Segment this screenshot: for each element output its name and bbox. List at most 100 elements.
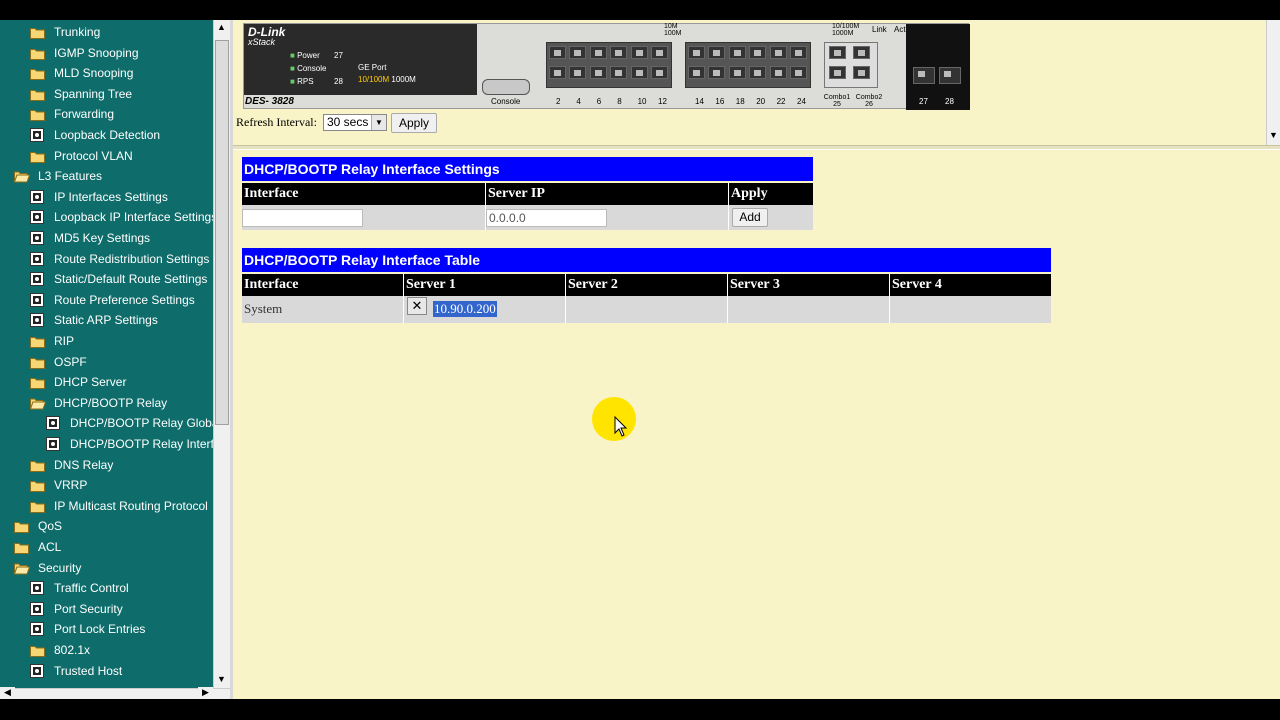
folder-open-icon [29, 396, 47, 410]
folder-icon [30, 25, 45, 39]
nav-item-label: IP Multicast Routing Protocol [54, 498, 208, 513]
ethernet-port[interactable] [549, 66, 566, 79]
nav-item-label: Trusted Host [54, 663, 123, 678]
nav-item-label: Static/Default Route Settings [54, 272, 208, 287]
ethernet-port[interactable] [610, 46, 628, 59]
relay-cell-server3 [728, 296, 890, 323]
sfp-number-27: 27 [919, 97, 928, 106]
folder-icon [30, 149, 45, 163]
delete-x-icon[interactable]: ✕ [407, 297, 427, 315]
sfp-port-27[interactable] [913, 67, 935, 84]
console-port-label: Console [491, 97, 521, 106]
nav-item-label: Trunking [54, 25, 101, 39]
ethernet-port[interactable] [589, 66, 607, 79]
nav-item-label: Protocol VLAN [54, 148, 133, 163]
settings-cell-server-ip: 0.0.0.0 [486, 205, 729, 230]
folder-icon [30, 499, 45, 513]
nav-item-label: Route Preference Settings [54, 292, 195, 307]
combo-port[interactable] [829, 46, 846, 59]
ethernet-port[interactable] [769, 66, 787, 79]
folder-icon [30, 375, 45, 390]
combo-port[interactable] [853, 66, 870, 79]
nav-item-label: Forwarding [54, 107, 115, 122]
ethernet-port[interactable] [610, 66, 628, 79]
folder-icon [30, 643, 45, 657]
port-number: 18 [735, 97, 745, 106]
add-button[interactable]: Add [732, 208, 768, 227]
ethernet-port[interactable] [630, 46, 648, 59]
settings-header-server-ip: Server IP [486, 183, 729, 205]
page-icon [30, 272, 45, 287]
nav-item-label: Loopback Detection [54, 128, 161, 142]
ethernet-port[interactable] [790, 46, 807, 59]
relay-header-server-2: Server 2 [566, 274, 728, 296]
combo-port-label: Combo1 25 [823, 94, 851, 108]
ethernet-port[interactable] [549, 46, 566, 59]
scroll-down-arrow-icon[interactable]: ▼ [1267, 128, 1280, 143]
scroll-up-arrow-icon[interactable]: ▲ [214, 20, 229, 35]
folder-icon [14, 519, 29, 534]
nav-item-label: Port Lock Entries [54, 622, 146, 637]
scroll-down-arrow-icon[interactable]: ▼ [214, 672, 229, 687]
relay-interface-name: System [244, 301, 283, 316]
ethernet-port[interactable] [630, 66, 648, 79]
nav-vertical-scrollbar[interactable]: ▲ ▼ [213, 20, 230, 688]
server-1-ip[interactable]: 10.90.0.200 [433, 301, 497, 317]
ethernet-port[interactable] [769, 46, 787, 59]
ethernet-port[interactable] [688, 46, 705, 59]
ethernet-port[interactable] [728, 46, 746, 59]
page-icon [30, 189, 45, 204]
combo-port-label: Combo2 26 [855, 94, 883, 108]
ethernet-port[interactable] [688, 66, 705, 79]
relay-header-interface: Interface [242, 274, 404, 296]
port-number: 16 [715, 97, 725, 106]
console-port-icon [482, 79, 530, 95]
nav-item-label: Port Security [54, 601, 123, 616]
device-front-panel: D-Link xStack ■ Power ■ Console ■ RPS 27… [243, 23, 970, 110]
nav-item-label: 802.1x [54, 643, 91, 657]
combo-port[interactable] [829, 66, 846, 79]
ethernet-port[interactable] [708, 46, 726, 59]
ethernet-port[interactable] [728, 66, 746, 79]
ethernet-port[interactable] [749, 46, 767, 59]
port-number: 6 [596, 97, 602, 106]
scroll-left-arrow-icon[interactable]: ◀ [0, 687, 15, 698]
nav-item-label: RIP [54, 334, 75, 348]
relay-header-server-1: Server 1 [404, 274, 566, 296]
folder-icon [30, 66, 45, 81]
ethernet-port[interactable] [569, 46, 587, 59]
nav-item-label: Security [38, 560, 82, 575]
server-ip-input[interactable]: 0.0.0.0 [486, 209, 607, 227]
nav-item-label: DHCP/BOOTP Relay Globa [70, 416, 213, 431]
led-console-label: ■ Console [290, 64, 327, 73]
ethernet-port[interactable] [569, 66, 587, 79]
nav-scroll-thumb[interactable] [215, 40, 229, 425]
page-icon [46, 416, 61, 431]
ethernet-port[interactable] [589, 46, 607, 59]
scroll-right-arrow-icon[interactable]: ▶ [198, 687, 213, 698]
refresh-apply-button[interactable]: Apply [391, 113, 437, 133]
ethernet-port[interactable] [708, 66, 726, 79]
content-frame: DHCP/BOOTP Relay Interface Settings Inte… [233, 150, 1280, 699]
ethernet-port[interactable] [651, 46, 668, 59]
settings-cell-interface [242, 205, 486, 230]
nav-item-label: IGMP Snooping [54, 45, 139, 60]
page-icon [30, 313, 45, 328]
sfp-port-28[interactable] [939, 67, 961, 84]
refresh-interval-select[interactable]: 30 secs ▼ [323, 114, 387, 131]
combo-port[interactable] [853, 46, 870, 59]
nav-horizontal-scrollbar[interactable]: ◀ ▶ [0, 687, 230, 699]
ethernet-port[interactable] [651, 66, 668, 79]
top-frame-scrollbar[interactable]: ▼ [1266, 20, 1280, 145]
page-icon [30, 581, 45, 596]
chevron-down-icon[interactable]: ▼ [371, 115, 386, 130]
act-legend: Act [894, 25, 906, 34]
port-number: 2 [556, 97, 561, 106]
ethernet-port[interactable] [790, 66, 807, 79]
port-number: 22 [776, 97, 786, 106]
port-number: 8 [617, 97, 622, 106]
page-icon [46, 437, 61, 451]
page-icon [30, 128, 45, 142]
interface-name-input[interactable] [242, 209, 363, 227]
ethernet-port[interactable] [749, 66, 767, 79]
